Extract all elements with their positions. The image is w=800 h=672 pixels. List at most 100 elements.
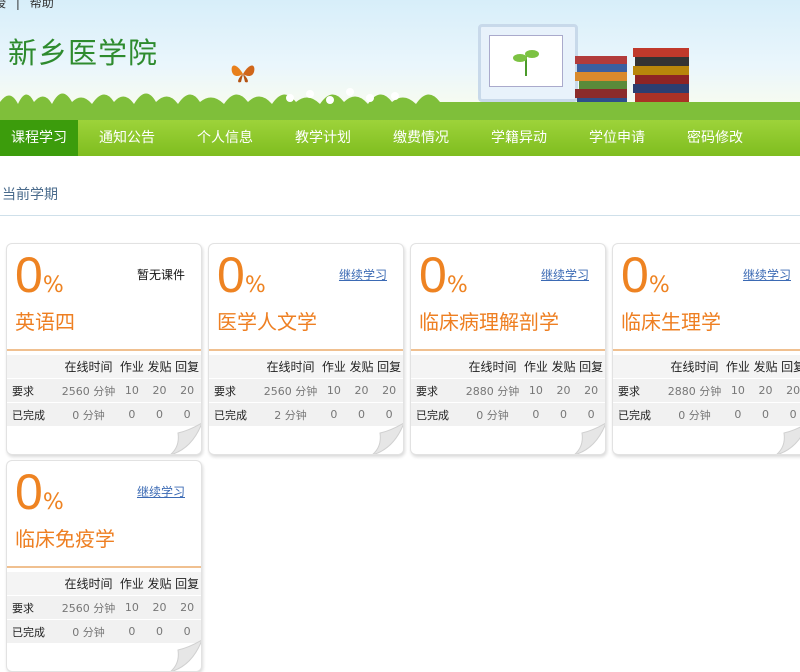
table-header-cell: 作业 <box>118 572 146 595</box>
table-header-cell: 回复 <box>173 572 201 595</box>
table-cell: 20 <box>549 379 578 402</box>
table-cell: 0 <box>724 403 752 426</box>
nav-personal-info[interactable]: 个人信息 <box>186 120 264 156</box>
grass-decoration <box>0 88 800 120</box>
table-header-cell: 在线时间 <box>59 355 118 378</box>
top-links: 授 | 帮助 <box>0 0 60 11</box>
continue-study-link[interactable]: 继续学习 <box>339 266 387 283</box>
course-name: 医学人文学 <box>217 310 317 334</box>
help-link[interactable]: 帮助 <box>30 0 54 10</box>
progress-percent: 0% <box>419 246 468 304</box>
percent-sign: % <box>648 273 670 298</box>
progress-percent: 0% <box>217 246 266 304</box>
page-curl-decoration <box>574 423 605 454</box>
course-stats-table: 在线时间作业发贴回复要求2880 分钟102020已完成0 分钟000 <box>411 354 605 427</box>
row-label: 要求 <box>613 379 665 402</box>
course-card: 0% 继续学习 临床免疫学 在线时间 作业 发贴 回复 要求 2560 分钟 10 20 20 已完成 0… <box>6 460 202 672</box>
table-cell: 0 分钟 <box>59 620 118 643</box>
table-header-row: 在线时间作业发贴回复 <box>7 355 201 378</box>
nav-announcements[interactable]: 通知公告 <box>88 120 166 156</box>
table-header-cell: 作业 <box>522 355 550 378</box>
table-cell: 20 <box>751 379 780 402</box>
page-curl-decoration <box>372 423 403 454</box>
percent-sign: % <box>42 273 64 298</box>
table-cell: 20 <box>577 379 605 402</box>
continue-study-link[interactable]: 继续学习 <box>541 266 589 283</box>
table-header-cell <box>613 355 665 378</box>
course-stats-table: 在线时间 作业 发贴 回复 要求 2560 分钟 10 20 20 已完成 0 分钟 0 0 0 <box>7 354 201 427</box>
table-header-cell <box>7 355 59 378</box>
row-label: 要求 <box>209 379 261 402</box>
school-name: 新乡医学院 <box>8 36 159 70</box>
table-header-cell: 作业 <box>118 355 146 378</box>
table-header-cell: 作业 <box>320 355 348 378</box>
table-cell: 10 <box>320 379 348 402</box>
page-curl-decoration <box>170 423 201 454</box>
course-card: 0%继续学习临床生理学在线时间作业发贴回复要求2880 分钟102020已完成0… <box>612 243 800 455</box>
header-banner: 授 | 帮助 新乡医学院 <box>0 0 800 120</box>
page-curl-decoration <box>776 426 800 454</box>
continue-study-link[interactable]: 继续学习 <box>137 483 185 500</box>
table-row-completed: 已完成 0 分钟 0 0 0 <box>613 403 800 426</box>
table-header-cell: 发贴 <box>145 355 174 378</box>
nav-password[interactable]: 密码修改 <box>676 120 754 156</box>
card-divider <box>7 566 201 568</box>
table-row-required: 要求 2560 分钟 10 20 20 <box>209 379 403 402</box>
nav-degree-apply[interactable]: 学位申请 <box>578 120 656 156</box>
table-cell: 0 分钟 <box>665 403 724 426</box>
course-card: 0% 暂无课件 英语四 在线时间 作业 发贴 回复 要求 2560 分钟 10 20 20 已完成 0 分… <box>6 243 202 455</box>
table-header-cell: 发贴 <box>549 355 578 378</box>
table-cell: 0 分钟 <box>59 403 118 426</box>
percent-sign: % <box>244 273 266 298</box>
nav-teaching-plan[interactable]: 教学计划 <box>284 120 362 156</box>
table-cell: 2560 分钟 <box>59 379 118 402</box>
nav-status-change[interactable]: 学籍异动 <box>480 120 558 156</box>
table-cell: 2 分钟 <box>261 403 320 426</box>
row-label: 要求 <box>411 379 463 402</box>
course-name: 临床病理解剖学 <box>419 310 559 334</box>
table-header-cell: 作业 <box>724 355 752 378</box>
table-cell: 20 <box>375 379 403 402</box>
continue-study-link[interactable]: 继续学习 <box>743 266 791 283</box>
nav-payment[interactable]: 缴费情况 <box>382 120 460 156</box>
percent-sign: % <box>42 490 64 515</box>
table-cell: 20 <box>347 379 376 402</box>
course-card: 0% 继续学习 临床病理解剖学 在线时间 作业 发贴 回复 要求 2880 分钟 10 20 20 已完… <box>410 243 606 455</box>
table-header-cell: 在线时间 <box>463 355 522 378</box>
progress-value: 0 <box>15 464 43 520</box>
nav-course-study[interactable]: 课程学习 <box>0 120 78 156</box>
progress-value: 0 <box>621 247 649 303</box>
row-label: 已完成 <box>613 403 665 426</box>
table-cell: 10 <box>118 596 146 619</box>
table-cell: 20 <box>145 596 174 619</box>
table-cell: 2560 分钟 <box>261 379 320 402</box>
table-cell: 2880 分钟 <box>665 379 724 402</box>
course-stats-table: 在线时间 作业 发贴 回复 要求 2560 分钟 10 20 20 已完成 0 分钟 0 0 0 <box>7 571 201 644</box>
table-header-row: 在线时间作业发贴回复 <box>209 355 403 378</box>
table-header-cell: 回复 <box>375 355 403 378</box>
row-label: 已完成 <box>7 403 59 426</box>
row-label: 已完成 <box>7 620 59 643</box>
progress-percent: 0% <box>15 246 64 304</box>
table-row-required: 要求 2560 分钟 10 20 20 <box>7 379 201 402</box>
card-divider <box>613 349 800 351</box>
course-name: 临床生理学 <box>621 310 721 334</box>
percent-sign: % <box>446 273 468 298</box>
table-cell: 10 <box>118 379 146 402</box>
table-cell: 20 <box>173 596 201 619</box>
table-header-row: 在线时间作业发贴回复 <box>7 572 201 595</box>
row-label: 要求 <box>7 596 59 619</box>
row-label: 要求 <box>7 379 59 402</box>
row-label: 已完成 <box>411 403 463 426</box>
table-cell: 2880 分钟 <box>463 379 522 402</box>
table-header-cell: 在线时间 <box>665 355 724 378</box>
row-label: 已完成 <box>209 403 261 426</box>
card-divider <box>411 349 605 351</box>
table-header-cell <box>411 355 463 378</box>
table-row-required: 要求 2560 分钟 10 20 20 <box>7 596 201 619</box>
progress-value: 0 <box>217 247 245 303</box>
table-header-cell: 在线时间 <box>59 572 118 595</box>
table-cell: 0 <box>118 403 146 426</box>
top-link-1[interactable]: 授 <box>0 0 6 10</box>
table-cell: 0 <box>320 403 348 426</box>
